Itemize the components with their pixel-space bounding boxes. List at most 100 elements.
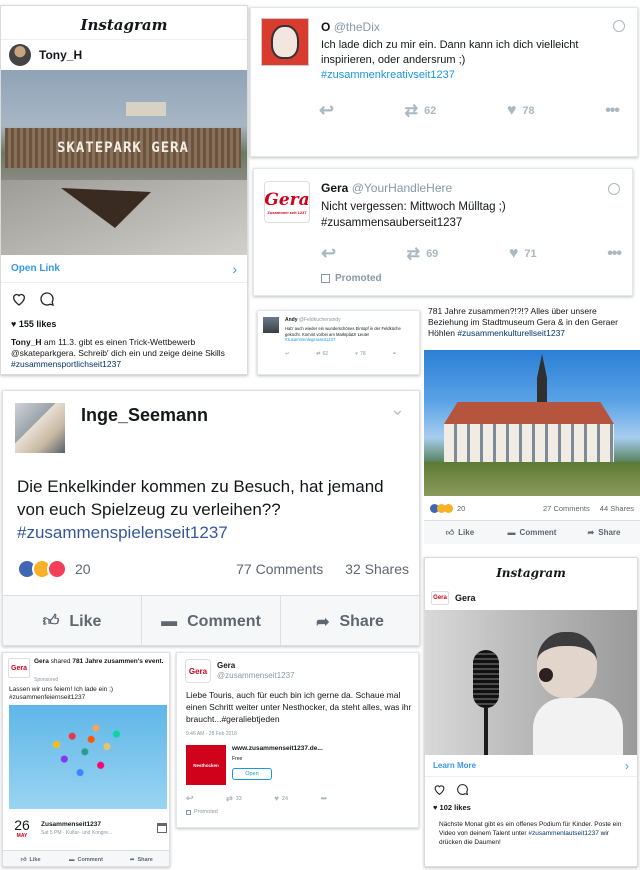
comment-icon: ▬: [161, 612, 178, 630]
avatar[interactable]: [263, 317, 279, 333]
reply-icon[interactable]: ↩: [321, 243, 336, 264]
retweet-button[interactable]: ⇄ 62: [316, 351, 328, 357]
comment-icon: ▬: [507, 528, 516, 537]
instagram-logo: Instagram: [496, 566, 566, 580]
action-bar: 👍︎ Like ▬ Comment ➦ Share: [424, 520, 640, 544]
more-icon[interactable]: •••: [321, 794, 327, 803]
thumbs-up-icon: 👍︎: [42, 613, 60, 630]
shares-count[interactable]: 32 Shares: [345, 561, 409, 577]
event-title[interactable]: Zusammenseit1237: [41, 821, 157, 828]
avatar[interactable]: [9, 44, 31, 66]
like-button[interactable]: 👍︎ Like: [3, 851, 58, 866]
more-icon[interactable]: •••: [607, 245, 622, 263]
chevron-down-icon[interactable]: ⌄: [390, 399, 405, 420]
open-app-button[interactable]: Open: [232, 768, 272, 780]
gera-logo[interactable]: Gera Zusammen seit 1237: [264, 181, 310, 223]
like-button[interactable]: ♥ 24: [274, 794, 288, 803]
like-button[interactable]: ♥ 71: [509, 245, 537, 263]
comment-icon[interactable]: [456, 783, 469, 796]
reply-icon[interactable]: ↩: [285, 351, 289, 357]
caption-user[interactable]: Tony_H: [11, 337, 42, 347]
comment-icon[interactable]: [39, 291, 55, 307]
tweet-hashtag[interactable]: #zusammensauberseit1237: [321, 217, 462, 229]
calendar-icon[interactable]: [157, 823, 167, 833]
tweet-actions: ↩ ⇄ 62 ♥ 78 •••: [319, 100, 620, 121]
open-link[interactable]: Open Link: [11, 263, 60, 274]
app-title[interactable]: www.zusammenseit1237.de...: [232, 745, 323, 752]
like-button[interactable]: ♥ 78: [507, 102, 535, 120]
event-day: 26: [14, 817, 30, 833]
promoted-icon: [186, 809, 191, 815]
avatar[interactable]: [15, 403, 65, 453]
more-icon[interactable]: •••: [393, 351, 396, 357]
gera-logo[interactable]: Gera: [431, 591, 449, 605]
share-button[interactable]: ➦ Share: [114, 851, 169, 866]
heart-icon[interactable]: [11, 291, 27, 307]
share-label: Share: [137, 856, 153, 863]
retweet-count: 62: [424, 104, 437, 117]
username[interactable]: Tony_H: [39, 48, 82, 62]
post-hashtag[interactable]: #zusammenspielenseit1237: [17, 523, 228, 542]
post-author[interactable]: Gera: [34, 658, 49, 665]
tweet-body: Nicht vergessen: Mittwoch Mülltag ;): [321, 201, 506, 213]
tweet-hashtag[interactable]: #zusammenlegeraseit1237: [285, 337, 335, 342]
tweet-text: Ich lade dich zu mir ein. Dann kann ich …: [321, 38, 621, 83]
share-button[interactable]: ➦ Share: [281, 596, 419, 645]
wow-reaction-icon: [444, 503, 453, 513]
like-button[interactable]: 👍︎ Like: [424, 521, 496, 544]
learn-more-link[interactable]: Learn More: [433, 761, 476, 770]
share-button[interactable]: ➦ Share: [568, 521, 640, 544]
comment-button[interactable]: ▬ Comment: [58, 851, 113, 866]
post-hashtag[interactable]: #zusammenfeiernseit1237: [9, 694, 85, 701]
app-card[interactable]: Nesthocken www.zusammenseit1237.de... Fr…: [186, 743, 386, 785]
avatar[interactable]: [261, 18, 309, 66]
post-author[interactable]: Inge_Seemann: [81, 405, 208, 426]
username[interactable]: Gera: [455, 593, 476, 603]
tweet-handle[interactable]: @zusammenseit1237: [217, 671, 295, 680]
facebook-event-post: Gera Gera shared 781 Jahre zusammen's ev…: [2, 652, 170, 867]
reply-icon[interactable]: ↩: [319, 100, 334, 121]
comments-count[interactable]: 27 Comments: [543, 504, 590, 513]
caption-hashtag[interactable]: #zusammenlautseit1237: [528, 830, 598, 837]
tweet-author[interactable]: Gera: [217, 661, 235, 670]
more-icon[interactable]: •••: [605, 102, 620, 120]
tweet-handle[interactable]: @theDix: [334, 20, 380, 34]
tweet-author[interactable]: Andy: [285, 317, 298, 323]
tweet-author[interactable]: O: [321, 20, 330, 34]
instagram-post-gera: Instagram Gera Gera Learn More › ♥ 102 l…: [424, 557, 638, 867]
event-link[interactable]: 781 Jahre zusammen's event.: [72, 658, 163, 665]
promoted-text: Promoted: [335, 273, 382, 284]
gera-logo[interactable]: Gera: [185, 659, 211, 683]
comments-count[interactable]: 77 Comments: [236, 561, 323, 577]
tweet-hashtag[interactable]: #geraliebtjeden: [221, 714, 279, 724]
reaction-count: 20: [75, 561, 91, 577]
like-count: 24: [282, 795, 289, 802]
tweet-hashtag[interactable]: #zusammenkreativseit1237: [321, 69, 455, 81]
post-hashtag[interactable]: #zusammenkulturellseit1237: [457, 328, 565, 338]
like-button[interactable]: 👍︎ Like: [3, 596, 142, 645]
comment-button[interactable]: ▬ Comment: [496, 521, 568, 544]
retweet-button[interactable]: ⇄ 62: [405, 101, 437, 121]
shares-count[interactable]: 44 Shares: [600, 504, 634, 513]
heart-icon[interactable]: [433, 783, 446, 796]
instagram-post-skatepark: Instagram Tony_H SKATEPARK GERA Open Lin…: [0, 5, 248, 375]
likes-count: 155 likes: [18, 319, 57, 329]
event-row[interactable]: 26 MAY Zusammenseit1237 Sat 5 PM · Kultu…: [9, 811, 167, 845]
reply-icon[interactable]: ↩: [186, 793, 194, 804]
retweet-button[interactable]: ⇄ 69: [407, 244, 439, 264]
chevron-right-icon[interactable]: ›: [625, 759, 629, 773]
gera-logo[interactable]: Gera: [8, 658, 30, 678]
caption-hashtag[interactable]: #zusammensportlichseit1237: [11, 359, 121, 369]
comment-button[interactable]: ▬ Comment: [142, 596, 281, 645]
tweet-author[interactable]: Gera: [321, 181, 348, 195]
chevron-right-icon[interactable]: ›: [232, 261, 237, 277]
like-button[interactable]: ♥ 78: [355, 351, 366, 357]
retweet-button[interactable]: ⇄ 33: [226, 794, 242, 803]
tweet-handle[interactable]: @YourHandleHere: [352, 181, 452, 195]
caption: Tony_H am 11.3. gibt es einen Trick-Wett…: [1, 333, 247, 374]
reaction-summary[interactable]: 20: [430, 503, 465, 513]
reaction-summary[interactable]: 20: [17, 559, 91, 579]
tweet-handle[interactable]: @Feldkuchenandy: [299, 317, 341, 323]
tweet-text: Nicht vergessen: Mittwoch Mülltag ;) #zu…: [321, 199, 621, 231]
event-details: Sat 5 PM · Kultur- und Kongre...: [41, 829, 113, 836]
